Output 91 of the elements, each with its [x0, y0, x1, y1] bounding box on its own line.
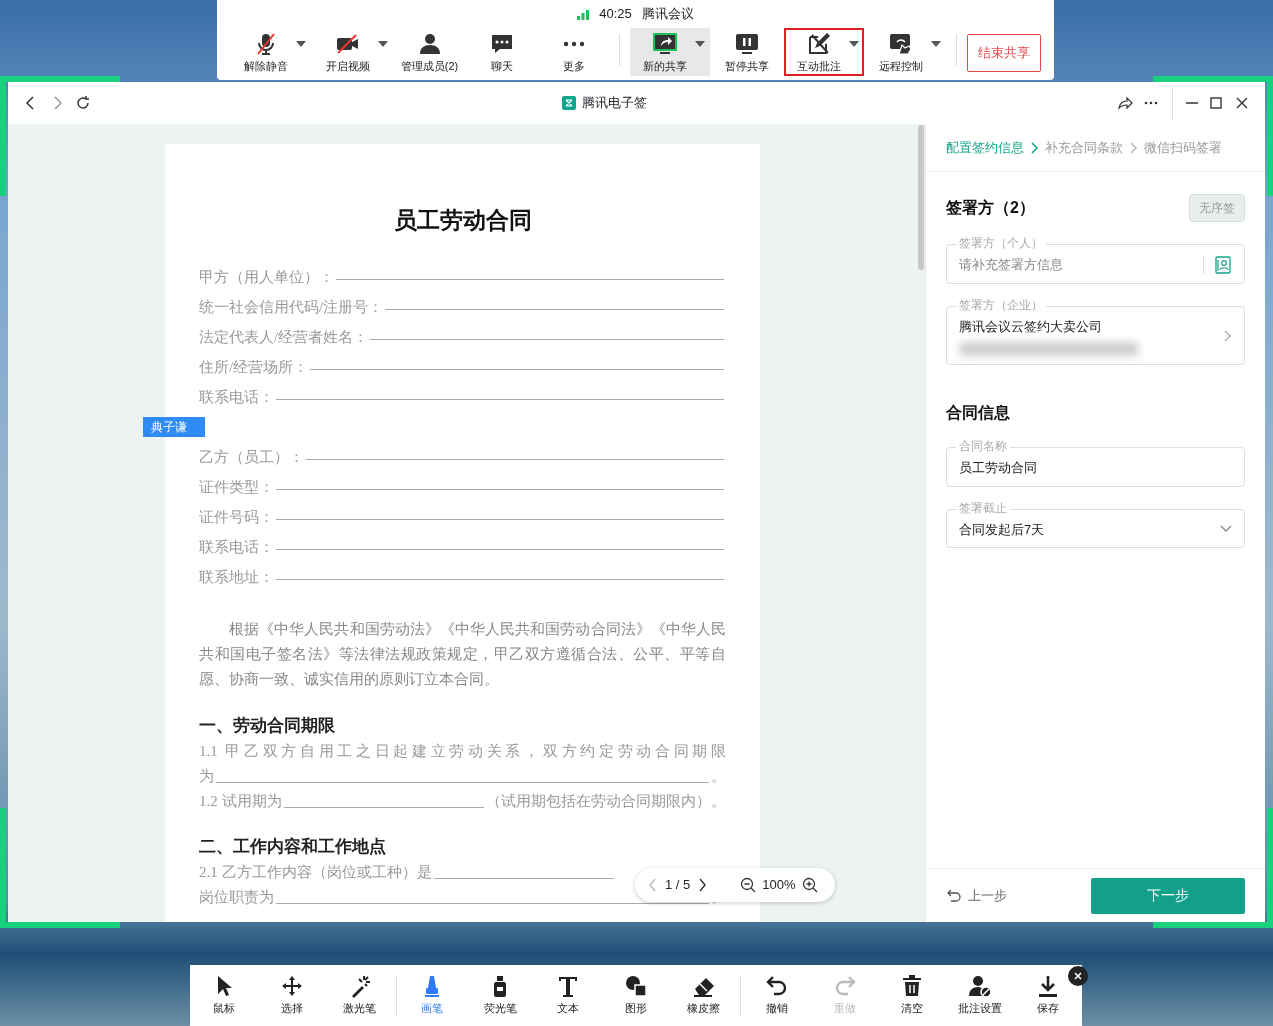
caret-icon: [1220, 525, 1232, 534]
annotation-tool-button[interactable]: 批注设置: [946, 974, 1015, 1017]
pause-icon: [734, 32, 759, 56]
caret-icon: [930, 41, 941, 47]
annotation-tool-button[interactable]: 橡皮擦: [669, 974, 738, 1017]
field-label: 合同名称: [956, 438, 1010, 454]
zoom-out-button[interactable]: [740, 877, 757, 893]
annotation-tool-button[interactable]: 图形: [602, 974, 670, 1017]
document-text: 为: [199, 767, 214, 786]
document-text: 2.1 乙方工作内容（岗位或工种）是: [199, 863, 432, 882]
zoom-in-icon: [801, 877, 818, 893]
annotator-name-tag: 典子谦: [143, 417, 205, 437]
toolbar-button[interactable]: 解除静音: [230, 28, 311, 76]
document-text: 1.1 甲乙双方自用工之日起建立劳动关系，双方约定劳动合同期限: [199, 742, 726, 761]
annotation-tool-button[interactable]: 激光笔: [325, 974, 394, 1017]
document-paragraph: 根据《中华人民共和国劳动法》《中华人民共和国劳动合同法》《中华人民共和国电子签名法》等法律法规政策规定，甲乙双方遵循合法、公平、平等自愿、协商一致、诚实信用的原则订立本合同。: [199, 619, 726, 689]
meeting-title: 腾讯会议: [641, 5, 694, 24]
annotation-tool-button[interactable]: 撤销: [742, 974, 811, 1017]
field-label: 签署截止: [956, 499, 1010, 516]
document-text: 。: [711, 767, 726, 786]
toolbar-button[interactable]: 互动批注: [783, 28, 864, 76]
document-title: 员工劳动合同: [392, 207, 533, 235]
annotation-tool-button[interactable]: 文本: [534, 974, 603, 1017]
document-text: 联系电话：: [199, 388, 274, 407]
document-text: 甲方（用人单位）：: [199, 268, 334, 287]
page-indicator: 1 / 5: [665, 876, 691, 895]
caret-icon: [295, 41, 306, 47]
toolbar-button[interactable]: 暂停共享: [711, 28, 782, 76]
zoom-level: 100%: [762, 876, 796, 895]
document-text: （试用期包括在劳动合同期限内）。: [486, 792, 726, 811]
document-text: 联系电话：: [199, 538, 274, 557]
close-toolbar-button[interactable]: [1068, 966, 1088, 986]
signal-icon: [577, 8, 590, 20]
annotation-tool-button[interactable]: 清空: [878, 974, 947, 1017]
document-text: 联系地址：: [199, 568, 274, 587]
annotate-icon: [806, 32, 831, 56]
annotation-tool-button[interactable]: 画笔: [398, 974, 467, 1017]
window-title: 腾讯电子签: [581, 94, 647, 113]
camera-icon: [335, 32, 360, 56]
maximize-icon: [1208, 95, 1224, 111]
scrollbar-thumb[interactable]: [918, 125, 924, 270]
toolbar-button[interactable]: 开启视频: [312, 28, 393, 76]
section-heading: 二、工作内容和工作地点: [199, 835, 387, 858]
undo-arrow-icon: [946, 887, 962, 904]
annotation-tool-button[interactable]: 荧光笔: [466, 974, 535, 1017]
user-settings-icon: [968, 974, 993, 999]
toolbar-button[interactable]: 远程控制: [865, 28, 946, 76]
remote-icon: [888, 32, 913, 56]
share-icon: [652, 32, 677, 56]
end-share-button[interactable]: 结束共享: [966, 34, 1041, 72]
contact-book-icon: [1214, 255, 1232, 274]
caret-icon: [848, 41, 859, 47]
close-icon: [1234, 95, 1250, 111]
document-text: 证件号码：: [199, 508, 274, 527]
document-text: 1.2 试用期为: [199, 792, 282, 811]
document-text: 统一社会信用代码/注册号：: [199, 298, 384, 317]
chevron-icon: [1129, 141, 1138, 154]
section-title: 合同信息: [946, 403, 1010, 423]
zoom-out-icon: [740, 877, 757, 893]
toolbar-button[interactable]: 管理成员(2): [394, 28, 465, 76]
members-icon: [417, 32, 442, 56]
toolbar-button[interactable]: 更多: [538, 28, 609, 76]
document-text: 法定代表人/经营者姓名：: [199, 328, 369, 347]
more-icon: [561, 41, 586, 47]
caret-icon: [377, 41, 388, 47]
minimize-icon: [1186, 102, 1198, 104]
toolbar-button[interactable]: 新的共享: [629, 28, 710, 76]
section-heading: 一、劳动合同期限: [199, 714, 336, 737]
document-text: 乙方（员工）：: [199, 448, 304, 467]
field-label: 签署方（企业）: [956, 296, 1046, 313]
annotation-tool-button[interactable]: 保存: [1014, 974, 1082, 1017]
document-text: 证件类型：: [199, 478, 274, 497]
zoom-in-button[interactable]: [801, 877, 818, 893]
chevron-icon: [1030, 141, 1039, 154]
toolbar-button[interactable]: 聊天: [466, 28, 537, 76]
annotation-tool-button[interactable]: 鼠标: [190, 974, 258, 1017]
caret-icon: [694, 41, 705, 47]
chat-icon: [489, 32, 514, 56]
document-text: 岗位职责为: [199, 888, 274, 907]
shapes-icon: [624, 974, 648, 999]
back-step-button[interactable]: 上一步: [946, 885, 1007, 906]
annotation-tool-button[interactable]: 选择: [257, 974, 326, 1017]
close-icon: [1073, 971, 1083, 981]
chevron-icon: [1224, 330, 1232, 343]
field-label: 签署方（个人）: [956, 235, 1046, 251]
meeting-timer: 40:25: [599, 5, 632, 24]
section-title: 签署方（2）: [946, 198, 1035, 218]
app-logo-icon: [561, 96, 576, 110]
share-icon: [1117, 95, 1133, 111]
refresh-icon: [75, 95, 91, 111]
document-text: 住所/经营场所：: [199, 358, 309, 377]
